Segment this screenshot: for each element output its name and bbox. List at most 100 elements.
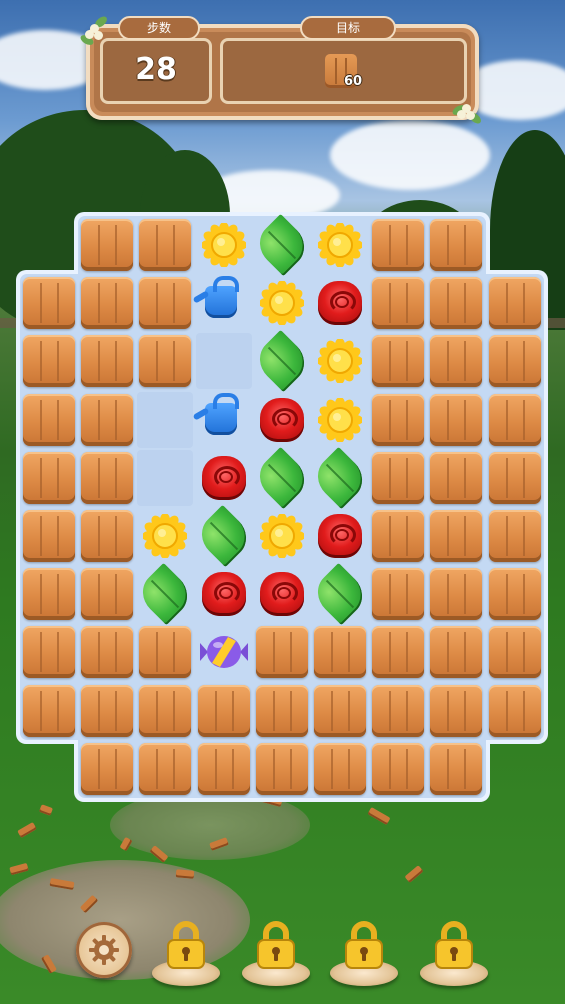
board-cell-r6-c8[interactable] — [486, 565, 544, 623]
board-cell-r7-c1[interactable] — [78, 623, 136, 681]
board-cell-r4-c0[interactable] — [20, 449, 78, 507]
board-cell-r8-c6[interactable] — [369, 682, 427, 740]
board-cell-r7-c3[interactable] — [195, 623, 253, 681]
board-cell-r1-c4[interactable] — [253, 274, 311, 332]
board-cell-r8-c2[interactable] — [136, 682, 194, 740]
board-cell-r6-c5[interactable] — [308, 563, 372, 626]
board-cell-r6-c7[interactable] — [427, 565, 485, 623]
wood-block-icon — [372, 626, 425, 679]
board-cell-r6-c1[interactable] — [78, 565, 136, 623]
gear-icon — [89, 935, 119, 965]
board-cell-r6-c3[interactable] — [195, 565, 253, 623]
board-cell-r9-c5[interactable] — [311, 740, 369, 798]
board-cell-r1-c0[interactable] — [20, 274, 78, 332]
board-cell-r1-c3[interactable] — [195, 274, 253, 332]
board-cell-r3-c2[interactable] — [136, 391, 194, 449]
board-cell-r2-c1[interactable] — [78, 332, 136, 390]
board-cell-r6-c6[interactable] — [369, 565, 427, 623]
board-cell-r8-c7[interactable] — [427, 682, 485, 740]
board-cell-r0-c3[interactable] — [195, 216, 253, 274]
board-cell-r3-c0[interactable] — [20, 391, 78, 449]
wood-block-icon — [372, 219, 425, 271]
settings-button[interactable] — [76, 922, 132, 978]
board-cell-r5-c1[interactable] — [78, 507, 136, 565]
board-cell-r7-c4[interactable] — [253, 623, 311, 681]
board-cell-r3-c4[interactable] — [253, 391, 311, 449]
board-cell-r3-c6[interactable] — [369, 391, 427, 449]
board-cell-r8-c8[interactable] — [486, 682, 544, 740]
board-cell-r5-c7[interactable] — [427, 507, 485, 565]
board-cell-r5-c4[interactable] — [253, 507, 311, 565]
board-cell-r2-c3[interactable] — [195, 332, 253, 390]
wood-block-icon — [197, 742, 250, 795]
board-cell-r0-c7[interactable] — [427, 216, 485, 274]
board-cell-r9-c7[interactable] — [427, 740, 485, 798]
booster-slot-1[interactable] — [152, 920, 220, 990]
booster-slot-2[interactable] — [242, 920, 310, 990]
board-cell-r1-c7[interactable] — [427, 274, 485, 332]
board-cell-r3-c5[interactable] — [311, 391, 369, 449]
board-cell-r5-c8[interactable] — [486, 507, 544, 565]
board-cell-r4-c6[interactable] — [369, 449, 427, 507]
board-cell-r1-c6[interactable] — [369, 274, 427, 332]
board-cell-r1-c2[interactable] — [136, 274, 194, 332]
board-cell-r2-c7[interactable] — [427, 332, 485, 390]
board-cell-r3-c3[interactable] — [195, 391, 253, 449]
board-cell-r8-c0[interactable] — [20, 682, 78, 740]
board-cell-r7-c5[interactable] — [311, 623, 369, 681]
wood-block-icon — [372, 451, 425, 504]
board-cell-r4-c4[interactable] — [250, 446, 313, 509]
board-cell-r4-c5[interactable] — [308, 446, 372, 509]
board-cell-r9-c3[interactable] — [195, 740, 253, 798]
board-cell-r2-c5[interactable] — [311, 332, 369, 390]
board-cell-r1-c1[interactable] — [78, 274, 136, 332]
board-cell-r2-c2[interactable] — [136, 332, 194, 390]
board-cell-r4-c7[interactable] — [427, 449, 485, 507]
board-cell-r7-c2[interactable] — [136, 623, 194, 681]
board-cell-r6-c0[interactable] — [20, 565, 78, 623]
board-cell-r4-c8[interactable] — [486, 449, 544, 507]
board-cell-r1-c5[interactable] — [311, 274, 369, 332]
board-cell-r4-c2[interactable] — [136, 449, 194, 507]
board-cell-r8-c5[interactable] — [311, 682, 369, 740]
board-cell-r7-c8[interactable] — [486, 623, 544, 681]
moves-value: 28 — [135, 52, 177, 87]
wood-block-icon — [430, 277, 483, 330]
board-cell-r0-c1[interactable] — [78, 216, 136, 274]
board-cell-r9-c6[interactable] — [369, 740, 427, 798]
board-cell-r8-c4[interactable] — [253, 682, 311, 740]
board-cell-r9-c2[interactable] — [136, 740, 194, 798]
board-cell-r4-c3[interactable] — [195, 449, 253, 507]
board-cell-r6-c4[interactable] — [253, 565, 311, 623]
board-cell-r8-c3[interactable] — [195, 682, 253, 740]
board-cell-r5-c5[interactable] — [311, 507, 369, 565]
board-cell-r2-c0[interactable] — [20, 332, 78, 390]
board-cell-r6-c2[interactable] — [134, 563, 197, 626]
board-cell-r4-c1[interactable] — [78, 449, 136, 507]
board-cell-r7-c0[interactable] — [20, 623, 78, 681]
goal-label: 目标 — [300, 16, 396, 40]
board-cell-r7-c6[interactable] — [369, 623, 427, 681]
leaf-icon — [192, 504, 255, 568]
board-cell-r3-c8[interactable] — [486, 391, 544, 449]
board-cell-r0-c6[interactable] — [369, 216, 427, 274]
board-cell-r0-c2[interactable] — [136, 216, 194, 274]
board-cell-r9-c1[interactable] — [78, 740, 136, 798]
board-cell-r8-c1[interactable] — [78, 682, 136, 740]
board-cell-r3-c1[interactable] — [78, 391, 136, 449]
board-cell-r5-c6[interactable] — [369, 507, 427, 565]
board-cell-r5-c2[interactable] — [136, 507, 194, 565]
board-cell-r9-c4[interactable] — [253, 740, 311, 798]
booster-slot-4[interactable] — [420, 920, 488, 990]
board-cell-r5-c3[interactable] — [192, 504, 255, 568]
board-cell-r7-c7[interactable] — [427, 623, 485, 681]
board-cell-r0-c4[interactable] — [250, 213, 313, 277]
board-cell-r2-c4[interactable] — [250, 330, 313, 393]
booster-slot-3[interactable] — [330, 920, 398, 990]
board-cell-r5-c0[interactable] — [20, 507, 78, 565]
board-cell-r2-c8[interactable] — [486, 332, 544, 390]
board-cell-r2-c6[interactable] — [369, 332, 427, 390]
board-cell-r3-c7[interactable] — [427, 391, 485, 449]
board-cell-r1-c8[interactable] — [486, 274, 544, 332]
board-cell-r0-c5[interactable] — [311, 216, 369, 274]
